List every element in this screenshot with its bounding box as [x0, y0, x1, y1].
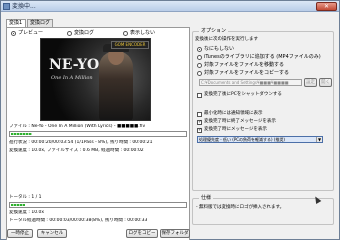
- radio-dot: [197, 55, 202, 60]
- total-progress-bar: [9, 202, 187, 208]
- window-title: 変換中...: [12, 3, 36, 10]
- close-icon: ✕: [323, 3, 330, 10]
- notes-group: 仕様: [192, 195, 334, 225]
- end-message-checkbox[interactable]: 変換完了時に終了メッセージを表示: [197, 119, 276, 125]
- radio-dot: [197, 63, 202, 68]
- options-group-title: オプション: [199, 28, 229, 35]
- speed-line: 変換速度 : 10.0x, ファイルサイズ : 0.6 MB, 経過時間 : 0…: [9, 148, 144, 153]
- radio-label: 変換ログ: [74, 30, 95, 36]
- notes-text: - 無料版では変換時にロゴが挿入されます。: [196, 205, 285, 210]
- open-folder-button[interactable]: 開く: [319, 78, 332, 87]
- save-folder-button[interactable]: 保存フォルダ: [160, 229, 190, 238]
- title-bar[interactable]: 変換中... ✕: [1, 1, 339, 12]
- file-label: ファイル : Ne-Yo - One In A Million (With Ly…: [9, 124, 146, 129]
- app-icon: [3, 3, 10, 10]
- encoding-window: 変換中... ✕ 変換1 変換ログ プレビュー 変換ログ 表示しない NE-YO…: [0, 0, 340, 240]
- radio-label: 対象ファイルをファイルをコピーする: [204, 70, 290, 76]
- radio-dot: [11, 31, 16, 36]
- checkbox-box: [197, 127, 202, 133]
- radio-copy-file[interactable]: 対象ファイルをファイルをコピーする: [197, 70, 289, 77]
- shutdown-checkbox[interactable]: 変換完了後にPCをシャットダウンする: [197, 92, 282, 98]
- radio-label: プレビュー: [18, 30, 44, 36]
- browse-button[interactable]: 設定: [304, 78, 317, 87]
- video-preview: NE-YO One In A Million GOM ENCODER: [40, 38, 151, 121]
- total-speed-line: 変換速度 : 10.0x: [9, 210, 45, 215]
- radio-hide[interactable]: 表示しない: [123, 30, 155, 37]
- total-label: トータル : 1 / 1: [9, 195, 42, 200]
- radio-dot: [123, 31, 128, 36]
- radio-move-file[interactable]: 対象ファイルをファイルを移動する: [197, 62, 284, 69]
- close-button[interactable]: ✕: [316, 2, 337, 11]
- tray-checkbox[interactable]: 最小化時には通知領域に表示: [197, 111, 263, 117]
- radio-do-nothing[interactable]: なにもしない: [197, 46, 234, 53]
- priority-select[interactable]: 処理優先度 - 低い (PCの負荷を軽減する) (推奨) ▼: [197, 136, 323, 143]
- checkbox-label: 変換完了時にメッセージを表示: [204, 127, 267, 132]
- checkbox-label: 変換完了時に終了メッセージを表示: [204, 119, 276, 124]
- radio-dot: [197, 47, 202, 52]
- album-art-text: One In A Million: [51, 75, 93, 81]
- total-progress-fill: [11, 204, 25, 206]
- file-progress-bar: [9, 131, 187, 137]
- tab-conversion-log[interactable]: 変換ログ: [27, 19, 53, 27]
- total-time-line: トータル経過時間 : 00:00:03/00:00:38(8%), 残り時間 :…: [9, 218, 148, 223]
- pause-button[interactable]: 一時停止: [7, 229, 33, 238]
- radio-label: なにもしない: [204, 46, 235, 52]
- radio-dot: [67, 31, 72, 36]
- checkbox-box: [197, 111, 202, 117]
- priority-value: 処理優先度 - 低い (PCの負荷を軽減する) (推奨): [199, 137, 285, 142]
- after-action-label: 変換後に次の操作を実行します: [195, 37, 258, 42]
- radio-log[interactable]: 変換ログ: [67, 30, 94, 37]
- cancel-button[interactable]: キャンセル: [37, 229, 67, 238]
- progress-line: 進行状況 : 00:00:20/00:03:54 (1/1Pass - 8%),…: [9, 140, 153, 145]
- radio-label: iTunesのライブラリに追加する (MP4ファイルのみ): [204, 54, 321, 60]
- radio-dot: [197, 71, 202, 76]
- radio-add-itunes[interactable]: iTunesのライブラリに追加する (MP4ファイルのみ): [197, 54, 321, 61]
- chevron-down-icon[interactable]: ▼: [316, 137, 322, 142]
- encoder-badge: GOM ENCODER: [111, 41, 149, 49]
- checkbox-box: [197, 92, 202, 98]
- checkbox-label: 最小化時には通知領域に表示: [204, 111, 263, 116]
- checkbox-box: [197, 119, 202, 125]
- radio-preview[interactable]: プレビュー: [11, 30, 43, 37]
- target-path-field[interactable]: C:¥Documents and Settings¥■■■¥■■■■: [199, 79, 302, 86]
- artist-art-text: NE-YO: [49, 57, 100, 73]
- radio-label: 表示しない: [130, 30, 156, 36]
- checkbox-label: 変換完了後にPCをシャットダウンする: [204, 92, 282, 97]
- done-message-checkbox[interactable]: 変換完了時にメッセージを表示: [197, 127, 267, 133]
- window-body: 変換1 変換ログ プレビュー 変換ログ 表示しない NE-YO One In A…: [3, 13, 337, 240]
- notes-group-title: 仕様: [199, 195, 214, 202]
- radio-label: 対象ファイルをファイルを移動する: [204, 62, 285, 68]
- copy-log-button[interactable]: ログをコピー: [126, 229, 158, 238]
- file-progress-fill: [11, 133, 32, 135]
